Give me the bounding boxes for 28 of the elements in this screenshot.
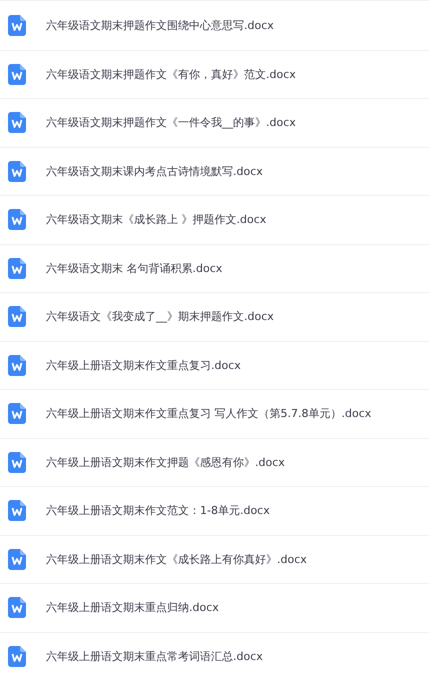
- file-name[interactable]: 六年级语文期末押题作文《有你，真好》范文.docx: [46, 66, 296, 82]
- file-name[interactable]: 六年级上册语文期末作文《成长路上有你真好》.docx: [46, 552, 307, 567]
- file-name[interactable]: 六年级语文期末《成长路上 》押题作文.docx: [46, 212, 266, 228]
- file-name[interactable]: 六年级上册语文期末作文押题《感恩有你》.docx: [46, 454, 285, 470]
- document-icon: [8, 258, 26, 279]
- document-icon: [8, 15, 26, 36]
- file-name[interactable]: 六年级上册语文期末作文范文：1-8单元.docx: [46, 503, 270, 518]
- document-icon: [8, 403, 26, 424]
- file-name[interactable]: 六年级上册语文期末作文重点复习 写人作文（第5.7.8单元）.docx: [46, 406, 372, 422]
- file-name[interactable]: 六年级语文《我变成了__》期末押题作文.docx: [46, 309, 274, 324]
- document-icon: [8, 209, 26, 230]
- document-icon: [8, 500, 26, 522]
- document-icon: [8, 306, 26, 328]
- file-name[interactable]: 六年级语文期末押题作文《一件令我__的事》.docx: [46, 115, 296, 130]
- document-icon: [8, 112, 26, 134]
- file-name[interactable]: 六年级上册语文期末重点常考词语汇总.docx: [46, 648, 263, 664]
- document-icon: [8, 646, 26, 667]
- file-name[interactable]: 六年级上册语文期末作文重点复习.docx: [46, 358, 241, 373]
- file-name[interactable]: 六年级语文期末押题作文围绕中心意思写.docx: [46, 18, 274, 34]
- document-icon: [8, 354, 26, 376]
- document-icon: [8, 597, 26, 618]
- document-icon: [8, 548, 26, 570]
- file-name[interactable]: 六年级语文期末 名句背诵积累.docx: [46, 260, 222, 276]
- document-icon: [8, 160, 26, 182]
- document-icon: [8, 452, 26, 473]
- file-name[interactable]: 六年级上册语文期末重点归纳.docx: [46, 600, 219, 616]
- document-icon: [8, 64, 26, 85]
- file-name[interactable]: 六年级语文期末课内考点古诗情境默写.docx: [46, 164, 263, 179]
